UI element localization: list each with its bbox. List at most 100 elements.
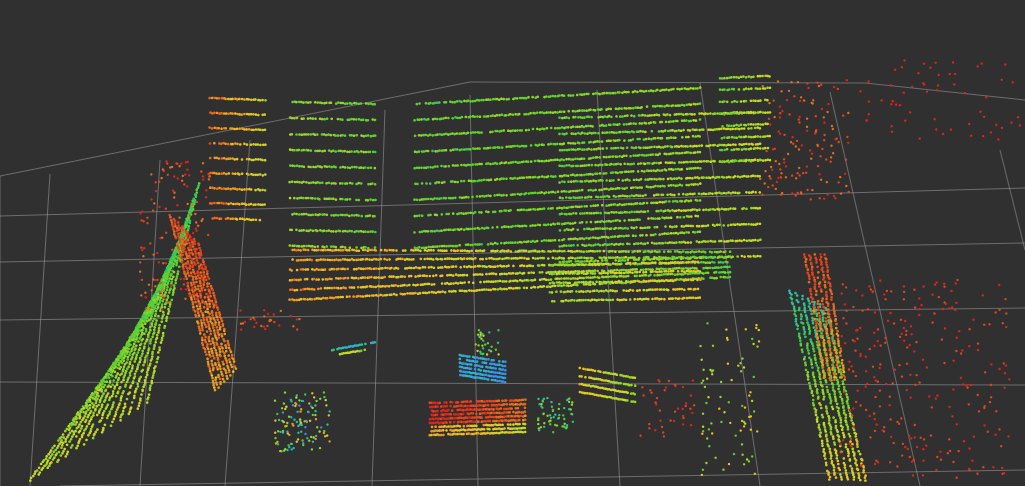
lidar-point (527, 279, 530, 282)
lidar-point (139, 375, 143, 379)
lidar-point (321, 149, 324, 153)
lidar-point (625, 154, 628, 158)
point-cloud-view[interactable] (0, 0, 1025, 486)
lidar-point (131, 380, 135, 383)
lidar-point (708, 261, 712, 265)
lidar-point (567, 284, 570, 288)
lidar-point (668, 225, 672, 228)
lidar-point (687, 87, 690, 91)
lidar-point (669, 232, 673, 235)
lidar-point (407, 258, 411, 261)
lidar-point (213, 126, 217, 130)
lidar-point (156, 305, 160, 309)
lidar-point (600, 140, 604, 143)
lidar-point (644, 273, 648, 277)
lidar-point (489, 146, 492, 150)
lidar-point (319, 287, 323, 290)
lidar-point (560, 250, 564, 253)
lidar-point (526, 160, 530, 163)
lidar-point (357, 267, 361, 270)
lidar-point (455, 244, 459, 248)
lidar-point (594, 179, 598, 183)
lidar-point (172, 262, 176, 266)
lidar-point (116, 406, 120, 409)
lidar-point (317, 278, 321, 281)
lidar-point (625, 186, 628, 190)
lidar-point (337, 101, 340, 104)
lidar-point (680, 269, 684, 273)
lidar-point (525, 208, 528, 212)
lidar-point (559, 263, 562, 266)
lidar-point (598, 188, 601, 192)
lidar-point (316, 133, 319, 136)
lidar-point (642, 261, 646, 265)
lidar-point (442, 244, 446, 248)
lidar-point (329, 101, 333, 104)
lidar-point (590, 115, 593, 119)
lidar-point (745, 191, 748, 194)
lidar-point (254, 218, 258, 222)
lidar-point (261, 158, 264, 162)
lidar-point (536, 257, 540, 260)
lidar-point (310, 258, 314, 262)
lidar-point (173, 258, 177, 262)
lidar-point (658, 250, 661, 253)
lidar-point (678, 287, 681, 291)
lidar-point (766, 146, 770, 150)
lidar-point (630, 194, 634, 197)
lidar-point (747, 123, 750, 126)
lidar-point (334, 213, 338, 217)
lidar-point (742, 143, 746, 146)
lidar-point (145, 371, 149, 374)
lidar-point (542, 256, 546, 260)
lidar-point (689, 103, 693, 106)
lidar-point (135, 353, 139, 357)
lidar-point (513, 241, 517, 244)
lidar-point (357, 214, 360, 217)
lidar-point (120, 380, 123, 384)
lidar-point (758, 142, 762, 145)
lidar-point (524, 192, 528, 195)
lidar-point (217, 126, 220, 130)
lidar-point (525, 176, 528, 179)
lidar-point (547, 285, 550, 288)
lidar-point (587, 189, 590, 192)
lidar-point (374, 198, 377, 202)
lidar-point (453, 180, 457, 184)
lidar-point (582, 157, 586, 160)
lidar-point (636, 298, 639, 301)
lidar-point (761, 123, 765, 126)
lidar-point (745, 207, 748, 211)
lidar-point (732, 87, 736, 91)
lidar-point (587, 163, 591, 167)
lidar-point (647, 137, 651, 140)
lidar-point (348, 246, 352, 249)
lidar-point (413, 119, 416, 122)
lidar-point (392, 275, 395, 278)
lidar-point (472, 289, 476, 293)
lidar-point (247, 98, 250, 101)
lidar-point (479, 257, 482, 261)
lidar-point (673, 260, 677, 264)
lidar-point (602, 262, 606, 266)
lidar-point (75, 446, 78, 450)
lidar-point (644, 262, 648, 265)
lidar-point (412, 258, 415, 261)
lidar-point (628, 271, 632, 274)
lidar-point (633, 297, 636, 301)
lidar-point (594, 131, 597, 135)
lidar-point (404, 249, 407, 252)
lidar-point (481, 273, 484, 276)
lidar-point (761, 159, 765, 162)
lidar-point (87, 434, 90, 437)
lidar-point (503, 249, 506, 253)
lidar-point (337, 277, 340, 280)
lidar-point (671, 104, 675, 107)
lidar-point (75, 416, 79, 420)
lidar-point (372, 294, 375, 297)
lidar-point (306, 101, 310, 104)
lidar-point (749, 255, 752, 258)
3d-viewport[interactable] (0, 0, 1025, 486)
lidar-point (517, 112, 521, 116)
lidar-point (571, 227, 575, 231)
